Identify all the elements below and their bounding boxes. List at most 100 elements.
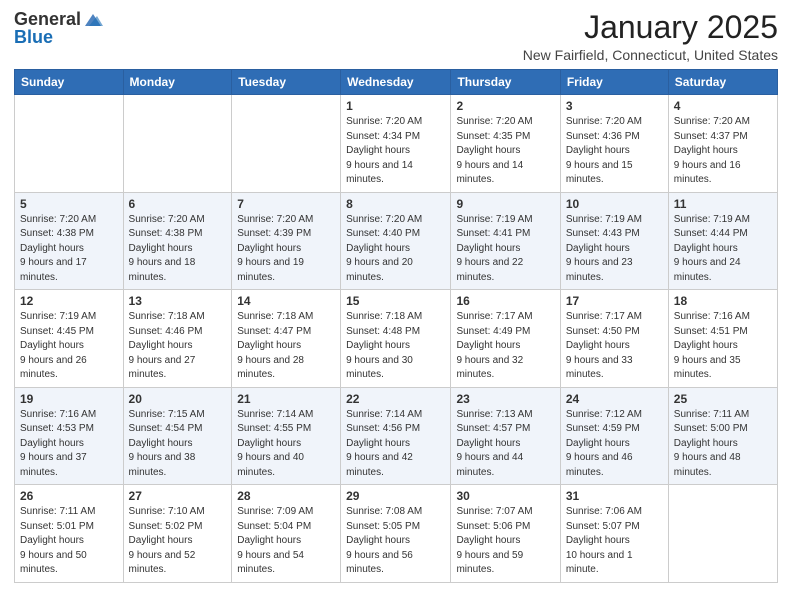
cell-2-2: 14 Sunrise: 7:18 AM Sunset: 4:47 PM Dayl… bbox=[232, 290, 341, 388]
week-row-1: 5 Sunrise: 7:20 AM Sunset: 4:38 PM Dayli… bbox=[15, 192, 778, 290]
cell-content: Sunrise: 7:10 AM Sunset: 5:02 PM Dayligh… bbox=[129, 505, 227, 578]
month-title: January 2025 bbox=[523, 10, 778, 45]
cell-2-0: 12 Sunrise: 7:19 AM Sunset: 4:45 PM Dayl… bbox=[15, 290, 124, 388]
cell-3-2: 21 Sunrise: 7:14 AM Sunset: 4:55 PM Dayl… bbox=[232, 387, 341, 485]
week-row-3: 19 Sunrise: 7:16 AM Sunset: 4:53 PM Dayl… bbox=[15, 387, 778, 485]
day-number: 20 bbox=[129, 392, 227, 406]
cell-content: Sunrise: 7:20 AM Sunset: 4:35 PM Dayligh… bbox=[456, 115, 554, 188]
header-friday: Friday bbox=[560, 70, 668, 95]
cell-4-6 bbox=[668, 485, 777, 583]
cell-1-4: 9 Sunrise: 7:19 AM Sunset: 4:41 PM Dayli… bbox=[451, 192, 560, 290]
cell-content: Sunrise: 7:09 AM Sunset: 5:04 PM Dayligh… bbox=[237, 505, 335, 578]
day-number: 23 bbox=[456, 392, 554, 406]
page: General Blue January 2025 New Fairfield,… bbox=[0, 0, 792, 597]
day-number: 19 bbox=[20, 392, 118, 406]
cell-content: Sunrise: 7:17 AM Sunset: 4:50 PM Dayligh… bbox=[566, 310, 663, 383]
day-number: 15 bbox=[346, 294, 445, 308]
day-number: 8 bbox=[346, 197, 445, 211]
cell-2-1: 13 Sunrise: 7:18 AM Sunset: 4:46 PM Dayl… bbox=[123, 290, 232, 388]
cell-content: Sunrise: 7:20 AM Sunset: 4:34 PM Dayligh… bbox=[346, 115, 445, 188]
cell-3-0: 19 Sunrise: 7:16 AM Sunset: 4:53 PM Dayl… bbox=[15, 387, 124, 485]
cell-4-1: 27 Sunrise: 7:10 AM Sunset: 5:02 PM Dayl… bbox=[123, 485, 232, 583]
day-number: 31 bbox=[566, 489, 663, 503]
cell-content: Sunrise: 7:20 AM Sunset: 4:39 PM Dayligh… bbox=[237, 213, 335, 286]
day-number: 7 bbox=[237, 197, 335, 211]
day-number: 3 bbox=[566, 99, 663, 113]
logo-blue: Blue bbox=[14, 28, 103, 48]
cell-0-5: 3 Sunrise: 7:20 AM Sunset: 4:36 PM Dayli… bbox=[560, 95, 668, 193]
cell-content: Sunrise: 7:13 AM Sunset: 4:57 PM Dayligh… bbox=[456, 408, 554, 481]
day-number: 9 bbox=[456, 197, 554, 211]
cell-content: Sunrise: 7:19 AM Sunset: 4:43 PM Dayligh… bbox=[566, 213, 663, 286]
cell-3-4: 23 Sunrise: 7:13 AM Sunset: 4:57 PM Dayl… bbox=[451, 387, 560, 485]
title-block: January 2025 New Fairfield, Connecticut,… bbox=[523, 10, 778, 63]
cell-0-0 bbox=[15, 95, 124, 193]
header-monday: Monday bbox=[123, 70, 232, 95]
day-number: 11 bbox=[674, 197, 772, 211]
cell-3-5: 24 Sunrise: 7:12 AM Sunset: 4:59 PM Dayl… bbox=[560, 387, 668, 485]
cell-content: Sunrise: 7:17 AM Sunset: 4:49 PM Dayligh… bbox=[456, 310, 554, 383]
day-number: 25 bbox=[674, 392, 772, 406]
calendar-table: Sunday Monday Tuesday Wednesday Thursday… bbox=[14, 69, 778, 583]
cell-content: Sunrise: 7:16 AM Sunset: 4:51 PM Dayligh… bbox=[674, 310, 772, 383]
cell-content: Sunrise: 7:08 AM Sunset: 5:05 PM Dayligh… bbox=[346, 505, 445, 578]
day-number: 4 bbox=[674, 99, 772, 113]
cell-content: Sunrise: 7:18 AM Sunset: 4:48 PM Dayligh… bbox=[346, 310, 445, 383]
header-wednesday: Wednesday bbox=[341, 70, 451, 95]
cell-content: Sunrise: 7:20 AM Sunset: 4:37 PM Dayligh… bbox=[674, 115, 772, 188]
day-number: 16 bbox=[456, 294, 554, 308]
day-number: 12 bbox=[20, 294, 118, 308]
header-tuesday: Tuesday bbox=[232, 70, 341, 95]
week-row-2: 12 Sunrise: 7:19 AM Sunset: 4:45 PM Dayl… bbox=[15, 290, 778, 388]
day-number: 2 bbox=[456, 99, 554, 113]
cell-content: Sunrise: 7:14 AM Sunset: 4:55 PM Dayligh… bbox=[237, 408, 335, 481]
cell-4-3: 29 Sunrise: 7:08 AM Sunset: 5:05 PM Dayl… bbox=[341, 485, 451, 583]
cell-1-5: 10 Sunrise: 7:19 AM Sunset: 4:43 PM Dayl… bbox=[560, 192, 668, 290]
cell-content: Sunrise: 7:16 AM Sunset: 4:53 PM Dayligh… bbox=[20, 408, 118, 481]
cell-3-1: 20 Sunrise: 7:15 AM Sunset: 4:54 PM Dayl… bbox=[123, 387, 232, 485]
day-number: 18 bbox=[674, 294, 772, 308]
day-number: 22 bbox=[346, 392, 445, 406]
cell-2-3: 15 Sunrise: 7:18 AM Sunset: 4:48 PM Dayl… bbox=[341, 290, 451, 388]
day-number: 10 bbox=[566, 197, 663, 211]
cell-1-1: 6 Sunrise: 7:20 AM Sunset: 4:38 PM Dayli… bbox=[123, 192, 232, 290]
cell-content: Sunrise: 7:20 AM Sunset: 4:36 PM Dayligh… bbox=[566, 115, 663, 188]
header-thursday: Thursday bbox=[451, 70, 560, 95]
day-number: 30 bbox=[456, 489, 554, 503]
cell-content: Sunrise: 7:20 AM Sunset: 4:38 PM Dayligh… bbox=[20, 213, 118, 286]
cell-2-6: 18 Sunrise: 7:16 AM Sunset: 4:51 PM Dayl… bbox=[668, 290, 777, 388]
cell-2-4: 16 Sunrise: 7:17 AM Sunset: 4:49 PM Dayl… bbox=[451, 290, 560, 388]
cell-0-6: 4 Sunrise: 7:20 AM Sunset: 4:37 PM Dayli… bbox=[668, 95, 777, 193]
cell-content: Sunrise: 7:19 AM Sunset: 4:44 PM Dayligh… bbox=[674, 213, 772, 286]
cell-4-0: 26 Sunrise: 7:11 AM Sunset: 5:01 PM Dayl… bbox=[15, 485, 124, 583]
cell-content: Sunrise: 7:20 AM Sunset: 4:40 PM Dayligh… bbox=[346, 213, 445, 286]
week-row-0: 1 Sunrise: 7:20 AM Sunset: 4:34 PM Dayli… bbox=[15, 95, 778, 193]
cell-content: Sunrise: 7:18 AM Sunset: 4:46 PM Dayligh… bbox=[129, 310, 227, 383]
cell-content: Sunrise: 7:19 AM Sunset: 4:45 PM Dayligh… bbox=[20, 310, 118, 383]
calendar-header-row: Sunday Monday Tuesday Wednesday Thursday… bbox=[15, 70, 778, 95]
cell-3-3: 22 Sunrise: 7:14 AM Sunset: 4:56 PM Dayl… bbox=[341, 387, 451, 485]
cell-content: Sunrise: 7:07 AM Sunset: 5:06 PM Dayligh… bbox=[456, 505, 554, 578]
cell-1-0: 5 Sunrise: 7:20 AM Sunset: 4:38 PM Dayli… bbox=[15, 192, 124, 290]
day-number: 21 bbox=[237, 392, 335, 406]
cell-4-4: 30 Sunrise: 7:07 AM Sunset: 5:06 PM Dayl… bbox=[451, 485, 560, 583]
cell-0-1 bbox=[123, 95, 232, 193]
day-number: 27 bbox=[129, 489, 227, 503]
day-number: 17 bbox=[566, 294, 663, 308]
day-number: 24 bbox=[566, 392, 663, 406]
cell-1-6: 11 Sunrise: 7:19 AM Sunset: 4:44 PM Dayl… bbox=[668, 192, 777, 290]
header-saturday: Saturday bbox=[668, 70, 777, 95]
day-number: 5 bbox=[20, 197, 118, 211]
cell-0-4: 2 Sunrise: 7:20 AM Sunset: 4:35 PM Dayli… bbox=[451, 95, 560, 193]
week-row-4: 26 Sunrise: 7:11 AM Sunset: 5:01 PM Dayl… bbox=[15, 485, 778, 583]
header-sunday: Sunday bbox=[15, 70, 124, 95]
cell-4-5: 31 Sunrise: 7:06 AM Sunset: 5:07 PM Dayl… bbox=[560, 485, 668, 583]
cell-content: Sunrise: 7:14 AM Sunset: 4:56 PM Dayligh… bbox=[346, 408, 445, 481]
header: General Blue January 2025 New Fairfield,… bbox=[14, 10, 778, 63]
cell-1-3: 8 Sunrise: 7:20 AM Sunset: 4:40 PM Dayli… bbox=[341, 192, 451, 290]
day-number: 13 bbox=[129, 294, 227, 308]
day-number: 29 bbox=[346, 489, 445, 503]
cell-content: Sunrise: 7:06 AM Sunset: 5:07 PM Dayligh… bbox=[566, 505, 663, 578]
cell-content: Sunrise: 7:20 AM Sunset: 4:38 PM Dayligh… bbox=[129, 213, 227, 286]
day-number: 6 bbox=[129, 197, 227, 211]
